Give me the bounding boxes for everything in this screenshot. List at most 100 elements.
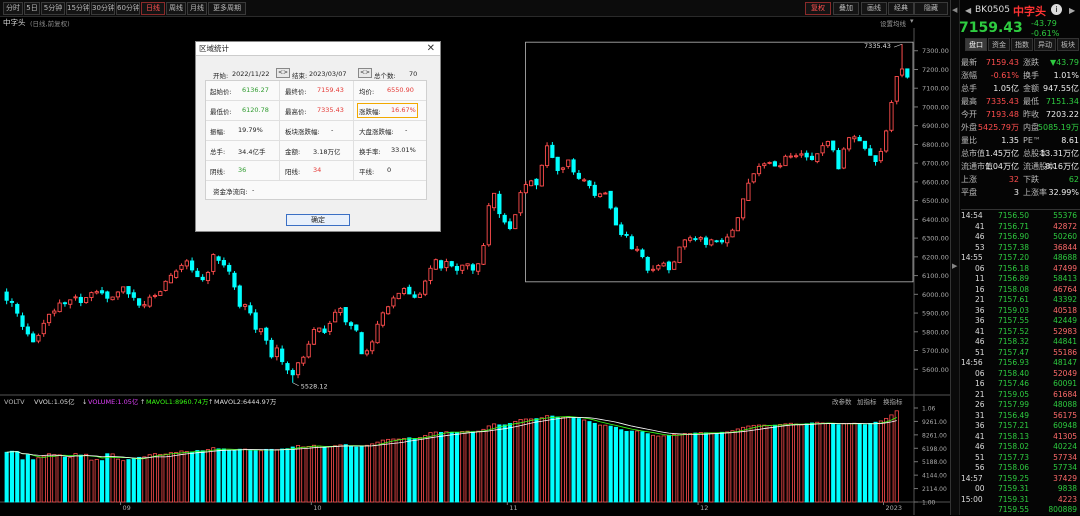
volume-bar [825, 422, 830, 503]
volume-bar [348, 445, 354, 503]
candle-body [126, 286, 131, 295]
candle-body [566, 159, 571, 167]
tick-price: 7157.99 [998, 400, 1030, 409]
tool-button-0[interactable]: 复权 [805, 2, 831, 15]
volume-bar [41, 455, 46, 503]
sidebar-tab-0[interactable]: 盘口 [965, 38, 987, 51]
candle-body [78, 296, 83, 303]
tick-row: 53 7157.38 36844 [961, 243, 1080, 254]
sidebar-tab-4[interactable]: 板块 [1057, 38, 1079, 51]
fund-flow-label: 资金净流向: [213, 188, 248, 196]
set-ma-button[interactable]: 设置均线 [880, 18, 906, 28]
candle-body [68, 299, 73, 305]
volume-bar [428, 432, 433, 503]
volume-bar [417, 437, 422, 503]
volume-bar [290, 446, 295, 503]
volume-bar [852, 422, 857, 503]
quote-row: 总手 1.05亿 金额 947.55亿 [961, 83, 1080, 95]
volume-bar [280, 448, 285, 503]
tool-button-3[interactable]: 经典 [888, 2, 914, 15]
prev-stock-icon[interactable]: ◀ [965, 6, 971, 15]
candle-body [248, 305, 253, 314]
tick-price: 7159.55 [998, 505, 1030, 514]
arrow-icon: ↑ [208, 398, 213, 406]
selection-box[interactable] [525, 41, 914, 283]
vol-tool-button-0[interactable]: 改参数 [832, 397, 852, 406]
volume-bar [513, 420, 518, 503]
candle-body [189, 260, 195, 271]
sidebar-collapse-strip[interactable]: ◀ ▶ [951, 0, 960, 515]
tool-button-1[interactable]: 叠加 [833, 2, 859, 15]
tick-price: 7156.49 [998, 410, 1030, 420]
candle-body [762, 163, 767, 167]
stat-value: 34 [313, 166, 322, 174]
chevron-left-icon[interactable]: ◀ [952, 6, 957, 14]
candle-body [62, 302, 68, 305]
candle-body [815, 153, 820, 163]
tick-volume: 50260 [1053, 232, 1077, 241]
quote-value: 1.35 [1001, 136, 1019, 145]
dropdown-icon[interactable]: ▾ [910, 17, 914, 25]
candle-body [831, 140, 836, 151]
tool-button-2[interactable]: 画线 [861, 2, 887, 15]
sidebar-tab-2[interactable]: 指数 [1011, 38, 1033, 51]
candle-body [290, 369, 295, 376]
sidebar-tab-3[interactable]: 异动 [1034, 38, 1056, 51]
period-button-1[interactable]: 5日 [24, 2, 40, 15]
tick-price: 7159.03 [998, 305, 1030, 315]
tick-time: 14:57 [961, 473, 983, 483]
candle-body [523, 183, 528, 194]
sidebar-tab-1[interactable]: 资金 [988, 38, 1010, 51]
period-button-0[interactable]: 分时 [3, 2, 23, 15]
period-button-3[interactable]: 15分钟 [66, 2, 90, 15]
volume-bar [804, 423, 809, 503]
period-button-7[interactable]: 周线 [166, 2, 186, 15]
volume-bar [847, 423, 852, 503]
info-icon[interactable]: i [1051, 4, 1062, 15]
vol-tool-button-2[interactable]: 换指标 [883, 397, 903, 406]
candle-body [205, 272, 211, 282]
period-button-5[interactable]: 60分钟 [116, 2, 140, 15]
tick-time: 56 [975, 463, 985, 472]
period-button-4[interactable]: 30分钟 [91, 2, 115, 15]
stat-value: 36 [238, 166, 247, 174]
confirm-button[interactable]: 确定 [286, 214, 350, 226]
period-button-2[interactable]: 5分钟 [41, 2, 65, 15]
volume-bar [274, 449, 279, 503]
tool-button-4[interactable]: 隐藏 [914, 2, 948, 15]
volume-bar [243, 448, 248, 503]
volume-bar [788, 422, 793, 503]
volume-bar [36, 457, 41, 503]
arrow-icon: ↓ [82, 398, 87, 406]
start-step-button[interactable]: <> [276, 68, 290, 78]
quote-value: 7193.48 [985, 110, 1019, 119]
candlestick-chart[interactable]: 7300.00 7200.00 7100.00 7000.00 6900.00 6800.… [0, 28, 950, 515]
next-stock-icon[interactable]: ▶ [1069, 6, 1075, 15]
volume-bar [592, 422, 597, 503]
price-tick-label: 6800.00 [922, 141, 949, 149]
period-button-6[interactable]: 日线 [141, 2, 165, 15]
candle-body [327, 322, 332, 332]
close-icon[interactable]: ✕ [427, 42, 435, 56]
chevron-right-icon[interactable]: ▶ [952, 262, 957, 270]
stat-label: 阳线: [285, 168, 301, 176]
volume-bar [78, 454, 83, 503]
end-step-button[interactable]: <> [358, 68, 372, 78]
volume-bar [327, 446, 332, 503]
candle-body [216, 256, 221, 261]
volume-bar [571, 417, 576, 503]
candle-body [497, 193, 502, 215]
time-tick-label: 12 [700, 504, 708, 512]
vol-tool-button-1[interactable]: 加指标 [857, 397, 877, 406]
volume-bar [587, 421, 592, 503]
volume-bar [613, 426, 618, 503]
volume-bar [497, 424, 502, 503]
period-button-8[interactable]: 月线 [187, 2, 207, 15]
candle-body [412, 294, 417, 298]
min-pointer [292, 382, 299, 387]
tick-time: 00 [975, 484, 985, 493]
period-button-9[interactable]: 更多周期 [208, 2, 246, 15]
candle-body [391, 297, 396, 307]
tick-row: 36 7157.21 60948 [961, 421, 1080, 432]
volume-bar [31, 459, 36, 503]
